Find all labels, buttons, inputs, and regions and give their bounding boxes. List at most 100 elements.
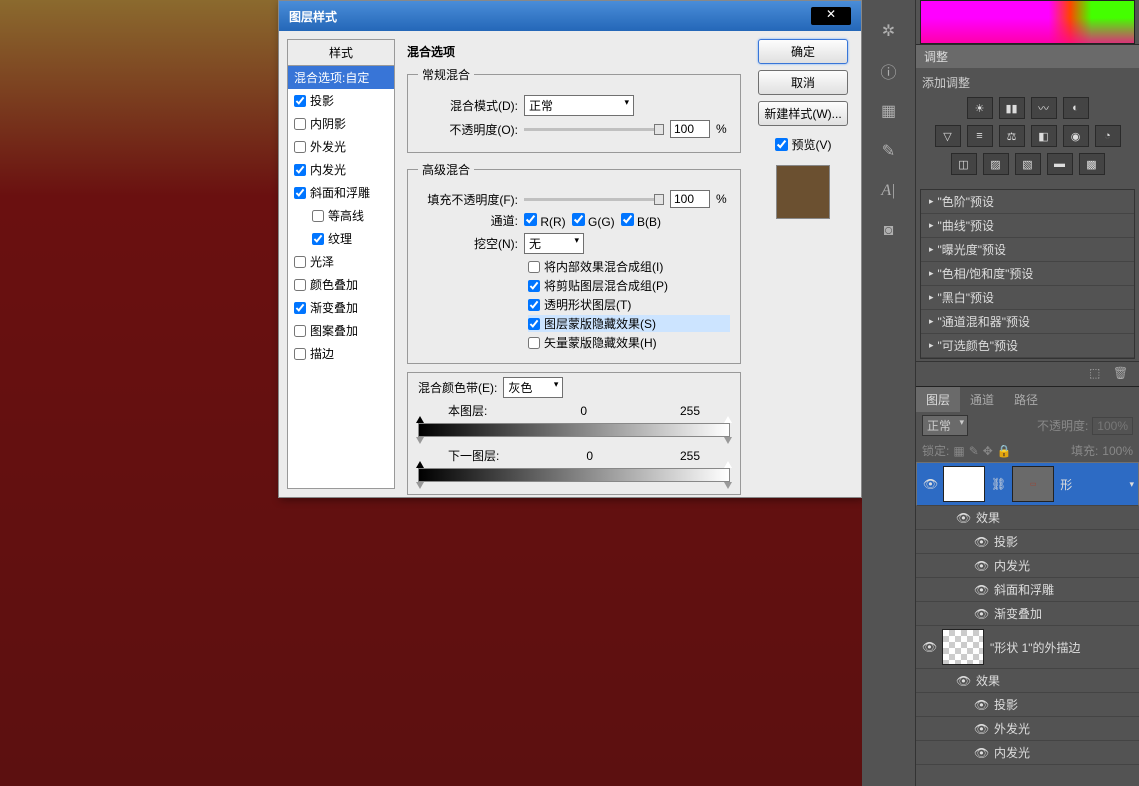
effect-item[interactable]: 👁渐变叠加 [916, 602, 1139, 626]
blend-interior-checkbox[interactable]: 将内部效果混合成组(I) [528, 258, 730, 275]
layer-row[interactable]: 👁 "形状 1"的外描边 [916, 626, 1139, 669]
preview-checkbox[interactable]: 预览(V) [775, 136, 832, 153]
adjustments-tab[interactable]: 调整 [916, 44, 1139, 68]
style-item[interactable]: 渐变叠加 [288, 296, 394, 319]
cancel-button[interactable]: 取消 [758, 70, 848, 95]
paragraph-icon[interactable]: A| [878, 180, 900, 202]
visibility-icon[interactable]: 👁 [974, 583, 988, 597]
preset-item[interactable]: "黑白"预设 [921, 286, 1134, 310]
style-item[interactable]: 等高线 [288, 204, 394, 227]
lock-brush-icon[interactable]: ✎ [969, 444, 979, 458]
style-checkbox[interactable] [294, 348, 306, 360]
style-item[interactable]: 混合选项:自定 [288, 66, 394, 89]
style-checkbox[interactable] [294, 325, 306, 337]
visibility-icon[interactable]: 👁 [923, 477, 937, 491]
visibility-icon[interactable]: 👁 [974, 535, 988, 549]
style-item[interactable]: 内阴影 [288, 112, 394, 135]
posterize-icon[interactable]: ▨ [983, 153, 1009, 175]
knockout-select[interactable]: 无 [524, 233, 584, 254]
blend-clipped-checkbox[interactable]: 将剪贴图层混合成组(P) [528, 277, 730, 294]
transparency-shapes-checkbox[interactable]: 透明形状图层(T) [528, 296, 730, 313]
channel-g-checkbox[interactable]: G(G) [572, 213, 615, 229]
this-layer-slider[interactable] [418, 423, 730, 437]
fill-opacity-input[interactable] [670, 190, 710, 208]
bw-icon[interactable]: ◧ [1031, 125, 1057, 147]
tab-layers[interactable]: 图层 [916, 387, 960, 412]
visibility-icon[interactable]: 👁 [974, 559, 988, 573]
channel-r-checkbox[interactable]: R(R) [524, 213, 566, 229]
exposure-icon[interactable]: ◐ [1063, 97, 1089, 119]
lock-transparent-icon[interactable]: ▦ [953, 444, 964, 458]
lock-all-icon[interactable]: 🔒 [997, 444, 1012, 458]
preset-item[interactable]: "可选颜色"预设 [921, 334, 1134, 358]
effect-item[interactable]: 👁斜面和浮雕 [916, 578, 1139, 602]
style-item[interactable]: 投影 [288, 89, 394, 112]
photo-filter-icon[interactable]: ◉ [1063, 125, 1089, 147]
style-item[interactable]: 斜面和浮雕 [288, 181, 394, 204]
visibility-icon[interactable]: 👁 [922, 640, 936, 654]
style-checkbox[interactable] [294, 141, 306, 153]
invert-icon[interactable]: ◫ [951, 153, 977, 175]
layer-row[interactable]: 👁 ⛓ ▭ 形 [916, 462, 1139, 506]
effect-item[interactable]: 👁投影 [916, 530, 1139, 554]
layer-name[interactable]: "形状 1"的外描边 [990, 639, 1081, 656]
levels-icon[interactable]: ▮▮ [999, 97, 1025, 119]
visibility-icon[interactable]: 👁 [974, 746, 988, 760]
style-checkbox[interactable] [294, 95, 306, 107]
layer-name[interactable]: 形 [1060, 476, 1072, 493]
style-checkbox[interactable] [294, 164, 306, 176]
channel-b-checkbox[interactable]: B(B) [621, 213, 661, 229]
style-item[interactable]: 纹理 [288, 227, 394, 250]
mixer-icon[interactable]: ◔ [1095, 125, 1121, 147]
close-icon[interactable]: ✕ [811, 7, 851, 25]
tab-channels[interactable]: 通道 [960, 387, 1004, 412]
expand-icon[interactable]: ⬚ [1089, 366, 1107, 382]
new-style-button[interactable]: 新建样式(W)... [758, 101, 848, 126]
visibility-icon[interactable]: 👁 [974, 722, 988, 736]
style-checkbox[interactable] [294, 256, 306, 268]
brightness-icon[interactable]: ☀ [967, 97, 993, 119]
selective-color-icon[interactable]: ▩ [1079, 153, 1105, 175]
visibility-icon[interactable]: 👁 [974, 607, 988, 621]
fill-opacity-slider[interactable] [524, 198, 664, 201]
effect-item[interactable]: 👁外发光 [916, 717, 1139, 741]
effect-item[interactable]: 👁内发光 [916, 554, 1139, 578]
dialog-titlebar[interactable]: 图层样式 ✕ [279, 1, 861, 31]
hue-icon[interactable]: ≡ [967, 125, 993, 147]
visibility-icon[interactable]: 👁 [956, 511, 970, 525]
style-item[interactable]: 颜色叠加 [288, 273, 394, 296]
style-checkbox[interactable] [312, 233, 324, 245]
blend-mode-select[interactable]: 正常 [524, 95, 634, 116]
style-item[interactable]: 描边 [288, 342, 394, 365]
effect-item[interactable]: 👁投影 [916, 693, 1139, 717]
style-checkbox[interactable] [294, 279, 306, 291]
style-item[interactable]: 光泽 [288, 250, 394, 273]
layer-mask-hides-checkbox[interactable]: 图层蒙版隐藏效果(S) [528, 315, 730, 332]
layer-opacity-value[interactable]: 100% [1092, 417, 1133, 435]
gradient-map-icon[interactable]: ▬ [1047, 153, 1073, 175]
layer-blend-mode[interactable]: 正常 [922, 415, 968, 436]
camera-icon[interactable]: ◙ [878, 220, 900, 242]
threshold-icon[interactable]: ▧ [1015, 153, 1041, 175]
lock-move-icon[interactable]: ✥ [983, 444, 993, 458]
style-item[interactable]: 外发光 [288, 135, 394, 158]
vector-mask-hides-checkbox[interactable]: 矢量蒙版隐藏效果(H) [528, 334, 730, 351]
effects-header[interactable]: 👁 效果 [916, 669, 1139, 693]
preset-item[interactable]: "通道混和器"预设 [921, 310, 1134, 334]
style-item[interactable]: 内发光 [288, 158, 394, 181]
fill-value[interactable]: 100% [1102, 444, 1133, 458]
visibility-icon[interactable]: 👁 [956, 674, 970, 688]
vibrance-icon[interactable]: ▽ [935, 125, 961, 147]
preset-item[interactable]: "色相/饱和度"预设 [921, 262, 1134, 286]
visibility-icon[interactable]: 👁 [974, 698, 988, 712]
info-icon[interactable]: ⓘ [878, 60, 900, 82]
style-item[interactable]: 图案叠加 [288, 319, 394, 342]
ok-button[interactable]: 确定 [758, 39, 848, 64]
style-checkbox[interactable] [294, 187, 306, 199]
curves-icon[interactable]: 〰 [1031, 97, 1057, 119]
style-checkbox[interactable] [294, 302, 306, 314]
blend-if-select[interactable]: 灰色 [503, 377, 563, 398]
effect-item[interactable]: 👁内发光 [916, 741, 1139, 765]
effects-header[interactable]: 👁 效果 [916, 506, 1139, 530]
layer-thumb[interactable] [942, 629, 984, 665]
